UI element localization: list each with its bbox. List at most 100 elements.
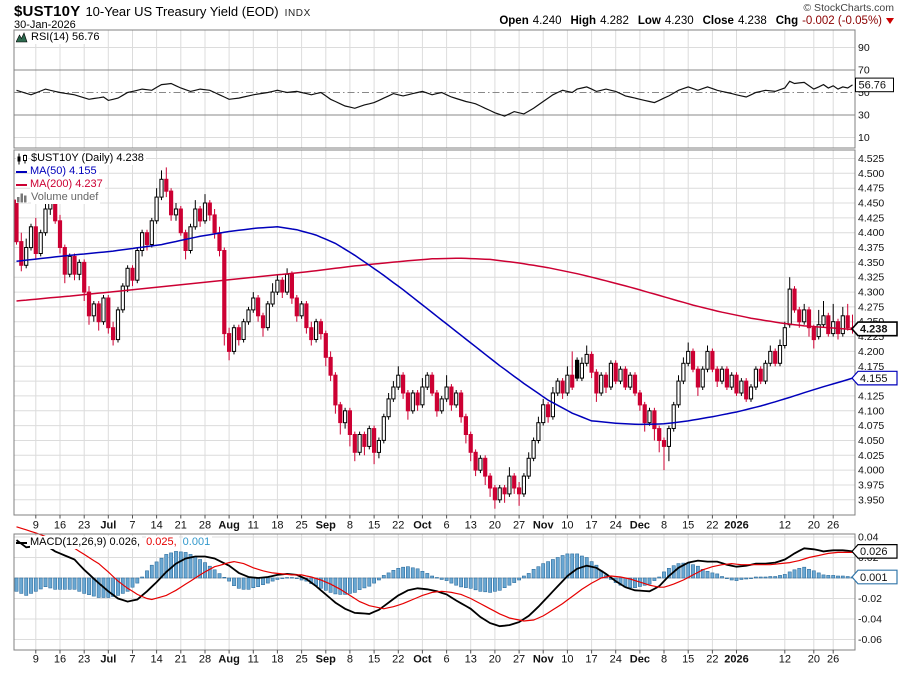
svg-text:Nov: Nov bbox=[533, 654, 555, 666]
svg-text:4.000: 4.000 bbox=[858, 465, 884, 477]
svg-text:13: 13 bbox=[465, 654, 477, 666]
svg-text:4.238: 4.238 bbox=[860, 324, 888, 336]
price-legend-label: $UST10Y (Daily) 4.238 bbox=[31, 152, 146, 165]
svg-text:-0.04: -0.04 bbox=[858, 614, 882, 626]
svg-text:Aug: Aug bbox=[218, 520, 239, 532]
svg-text:21: 21 bbox=[175, 520, 187, 532]
svg-text:4.375: 4.375 bbox=[858, 242, 884, 254]
chg-dropdown-arrow[interactable] bbox=[886, 18, 894, 24]
macd-hist-value: 0.001 bbox=[183, 536, 213, 549]
svg-text:4.500: 4.500 bbox=[858, 168, 884, 180]
svg-text:10: 10 bbox=[561, 520, 573, 532]
symbol: $UST10Y bbox=[14, 3, 80, 20]
svg-text:Nov: Nov bbox=[533, 520, 555, 532]
svg-text:90: 90 bbox=[858, 42, 870, 54]
rsi-icon bbox=[16, 32, 28, 43]
svg-text:11: 11 bbox=[248, 654, 259, 666]
svg-text:Aug: Aug bbox=[218, 654, 239, 666]
svg-text:4.100: 4.100 bbox=[858, 405, 884, 417]
svg-text:26: 26 bbox=[827, 654, 839, 666]
svg-text:14: 14 bbox=[151, 520, 163, 532]
exchange-label: INDX bbox=[285, 8, 311, 19]
open-label: Open bbox=[499, 15, 528, 27]
svg-text:8: 8 bbox=[347, 654, 353, 666]
rsi-legend-label: RSI(14) 56.76 bbox=[31, 31, 101, 44]
svg-text:8: 8 bbox=[347, 520, 353, 532]
svg-text:15: 15 bbox=[682, 654, 694, 666]
svg-text:11: 11 bbox=[248, 520, 259, 532]
svg-text:25: 25 bbox=[295, 654, 307, 666]
svg-text:27: 27 bbox=[513, 520, 525, 532]
svg-text:14: 14 bbox=[151, 654, 163, 666]
svg-text:7: 7 bbox=[129, 654, 135, 666]
svg-text:4.125: 4.125 bbox=[858, 390, 884, 402]
svg-text:4.300: 4.300 bbox=[858, 287, 884, 299]
svg-text:7: 7 bbox=[129, 520, 135, 532]
svg-text:15: 15 bbox=[368, 520, 380, 532]
copyright: © StockCharts.com bbox=[803, 2, 894, 14]
svg-text:4.425: 4.425 bbox=[858, 212, 884, 224]
svg-text:10: 10 bbox=[561, 654, 573, 666]
svg-text:4.400: 4.400 bbox=[858, 227, 884, 239]
svg-text:18: 18 bbox=[271, 654, 283, 666]
svg-text:12: 12 bbox=[779, 654, 791, 666]
svg-text:17: 17 bbox=[585, 520, 597, 532]
svg-text:Sep: Sep bbox=[316, 654, 336, 666]
svg-text:13: 13 bbox=[465, 520, 477, 532]
svg-text:22: 22 bbox=[706, 654, 718, 666]
volume-bars-icon bbox=[16, 192, 28, 203]
svg-text:24: 24 bbox=[610, 520, 622, 532]
svg-text:20: 20 bbox=[489, 520, 501, 532]
ma200-line-icon bbox=[16, 184, 27, 186]
svg-text:18: 18 bbox=[271, 520, 283, 532]
high-label: High bbox=[571, 15, 597, 27]
rsi-legend: RSI(14) 56.76 bbox=[16, 31, 101, 44]
svg-text:70: 70 bbox=[858, 65, 870, 77]
close-value: 4.238 bbox=[738, 15, 767, 27]
svg-text:23: 23 bbox=[78, 654, 90, 666]
macd-legend: MACD(12,26,9) 0.026, 0.025, 0.001 bbox=[16, 536, 212, 549]
svg-text:26: 26 bbox=[827, 520, 839, 532]
svg-text:8: 8 bbox=[661, 654, 667, 666]
svg-text:4.525: 4.525 bbox=[858, 153, 884, 165]
svg-text:Dec: Dec bbox=[630, 654, 650, 666]
candlestick-icon bbox=[16, 153, 28, 165]
svg-text:20: 20 bbox=[808, 520, 820, 532]
svg-text:3.950: 3.950 bbox=[858, 494, 884, 506]
svg-text:16: 16 bbox=[54, 520, 66, 532]
svg-text:9: 9 bbox=[33, 654, 39, 666]
svg-text:4.275: 4.275 bbox=[858, 301, 884, 313]
chart-date: 30-Jan-2026 bbox=[14, 19, 76, 31]
low-value: 4.230 bbox=[665, 15, 694, 27]
svg-text:Oct: Oct bbox=[413, 520, 432, 532]
svg-text:20: 20 bbox=[808, 654, 820, 666]
svg-text:4.075: 4.075 bbox=[858, 420, 884, 432]
svg-text:28: 28 bbox=[199, 654, 211, 666]
svg-text:12: 12 bbox=[779, 520, 791, 532]
svg-text:Jul: Jul bbox=[100, 520, 116, 532]
svg-text:Jul: Jul bbox=[100, 654, 116, 666]
svg-text:2026: 2026 bbox=[724, 520, 748, 532]
svg-text:23: 23 bbox=[78, 520, 90, 532]
svg-text:27: 27 bbox=[513, 654, 525, 666]
svg-text:16: 16 bbox=[54, 654, 66, 666]
price-legend: $UST10Y (Daily) 4.238 MA(50) 4.155 MA(20… bbox=[16, 152, 146, 204]
page-title: 10-Year US Treasury Yield (EOD) bbox=[85, 4, 278, 19]
chg-label: Chg bbox=[776, 15, 798, 27]
ma50-line-icon bbox=[16, 171, 27, 173]
svg-text:Oct: Oct bbox=[413, 654, 432, 666]
svg-text:10: 10 bbox=[858, 132, 870, 144]
svg-text:Dec: Dec bbox=[630, 520, 650, 532]
macd-legend-label: MACD(12,26,9) 0.026, bbox=[30, 536, 142, 549]
svg-text:25: 25 bbox=[295, 520, 307, 532]
svg-text:22: 22 bbox=[392, 520, 404, 532]
ma200-legend-label: MA(200) 4.237 bbox=[30, 178, 105, 191]
svg-text:4.155: 4.155 bbox=[860, 373, 888, 385]
svg-text:4.025: 4.025 bbox=[858, 450, 884, 462]
svg-text:Sep: Sep bbox=[316, 520, 336, 532]
svg-text:56.76: 56.76 bbox=[859, 80, 887, 92]
open-value: 4.240 bbox=[533, 15, 562, 27]
svg-text:15: 15 bbox=[682, 520, 694, 532]
svg-text:15: 15 bbox=[368, 654, 380, 666]
svg-text:4.325: 4.325 bbox=[858, 272, 884, 284]
